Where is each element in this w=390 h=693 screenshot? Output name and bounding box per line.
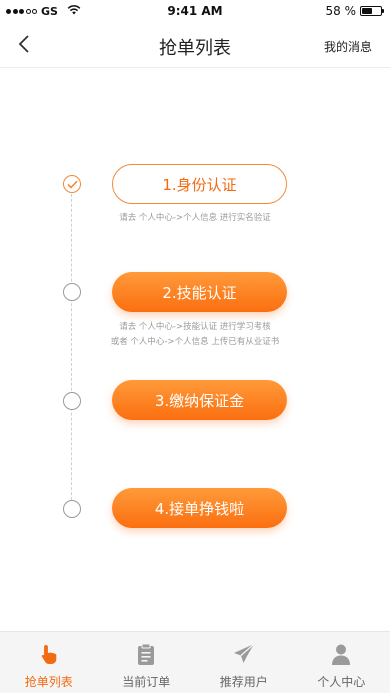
step-2-hint-line: 或者 个人中心->个人信息 上传已有从业证书 bbox=[110, 337, 280, 347]
step-2-hint: 请去 个人中心->技能认证 进行学习考核 或者 个人中心->个人信息 上传已有从… bbox=[0, 320, 390, 350]
skill-verification-button[interactable]: 2.技能认证 bbox=[112, 272, 287, 312]
status-bar: GS 9:41 AM 58 % bbox=[0, 0, 390, 22]
step-1-status-icon bbox=[63, 175, 81, 193]
step-2-status-icon bbox=[63, 283, 81, 301]
checkmark-icon bbox=[66, 180, 78, 189]
tab-recommend-users[interactable]: 推荐用户 bbox=[195, 632, 293, 693]
my-messages-link[interactable]: 我的消息 bbox=[324, 38, 372, 55]
bottom-tab-bar: 抢单列表 当前订单 推荐用户 个人中心 bbox=[0, 631, 390, 693]
start-earning-button[interactable]: 4.接单挣钱啦 bbox=[112, 488, 287, 528]
tab-label: 推荐用户 bbox=[219, 675, 268, 689]
tab-label: 个人中心 bbox=[317, 675, 366, 689]
clipboard-icon bbox=[134, 642, 158, 666]
hand-tap-icon bbox=[37, 642, 61, 666]
paper-plane-icon bbox=[232, 642, 256, 666]
tab-current-orders[interactable]: 当前订单 bbox=[98, 632, 196, 693]
pay-deposit-button[interactable]: 3.缴纳保证金 bbox=[112, 380, 287, 420]
status-right: 58 % bbox=[325, 4, 384, 18]
step-1-hint-line: 请去 个人中心->个人信息 进行实名验证 bbox=[119, 213, 271, 223]
tab-label: 抢单列表 bbox=[24, 675, 73, 689]
step-3-status-icon bbox=[63, 392, 81, 410]
identity-verification-button[interactable]: 1.身份认证 bbox=[112, 164, 287, 204]
tab-order-list[interactable]: 抢单列表 bbox=[0, 632, 98, 693]
step-1-hint: 请去 个人中心->个人信息 进行实名验证 bbox=[0, 211, 390, 226]
navigation-bar: 抢单列表 我的消息 bbox=[0, 22, 390, 68]
battery-percent: 58 % bbox=[325, 4, 357, 18]
battery-icon bbox=[360, 6, 384, 16]
battery-level bbox=[362, 8, 373, 14]
step-4-status-icon bbox=[63, 500, 81, 518]
user-icon bbox=[329, 642, 353, 666]
tab-label: 当前订单 bbox=[122, 675, 171, 689]
timeline-connector bbox=[71, 194, 72, 510]
tab-personal-center[interactable]: 个人中心 bbox=[293, 632, 390, 693]
step-2-hint-line: 请去 个人中心->技能认证 进行学习考核 bbox=[119, 322, 271, 332]
